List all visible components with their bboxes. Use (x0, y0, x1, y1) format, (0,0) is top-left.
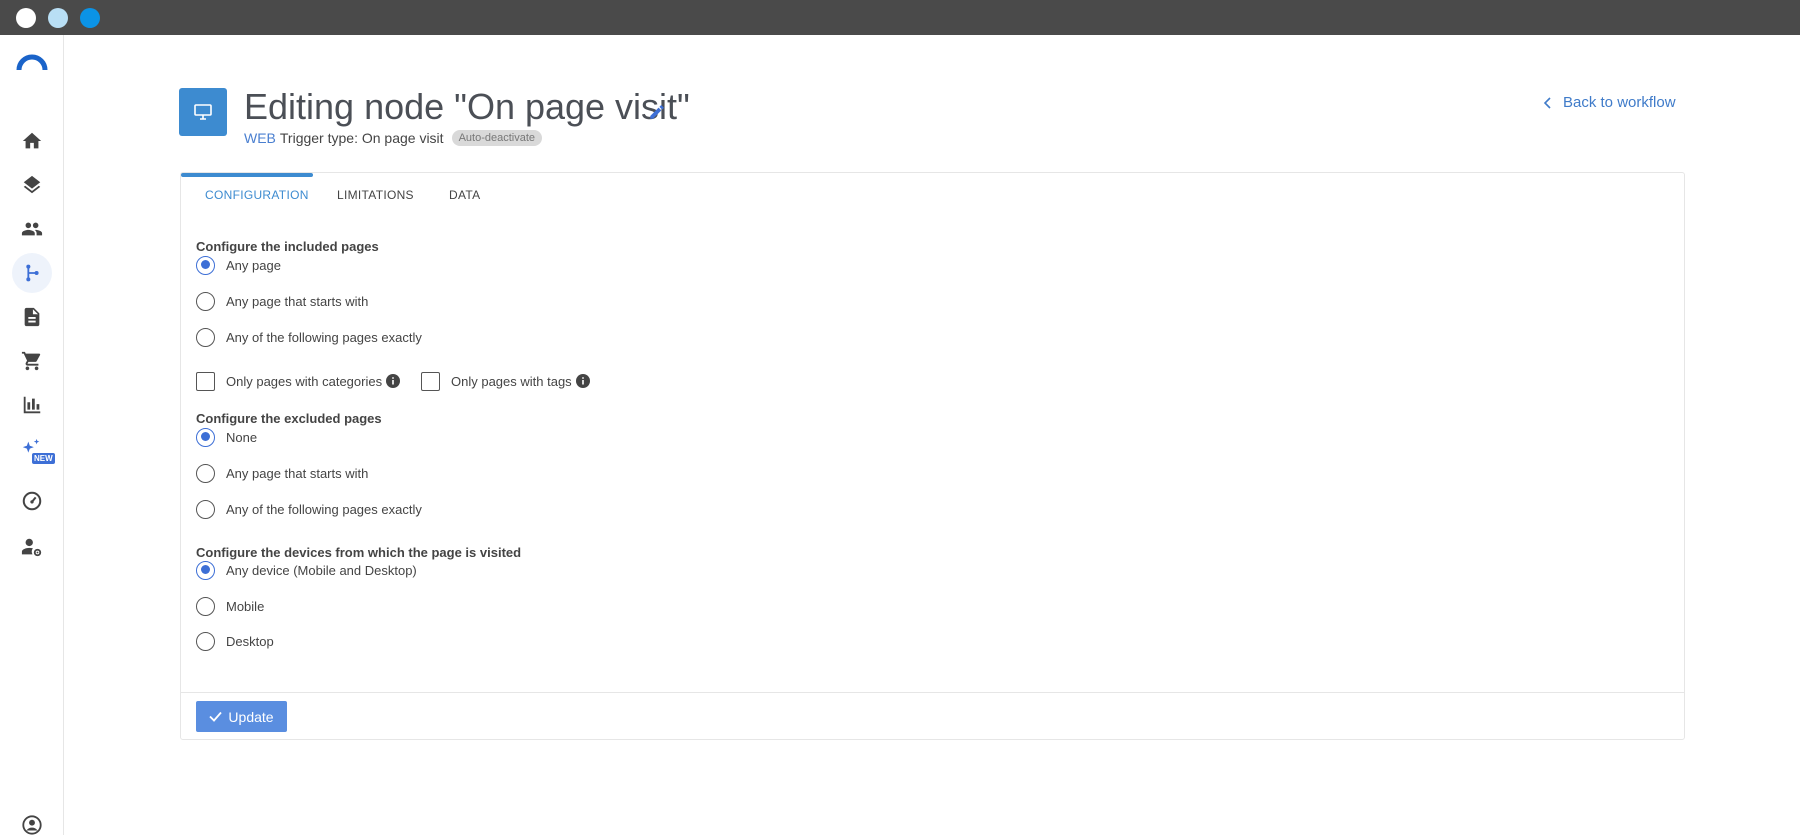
radio-label: None (226, 429, 258, 445)
included-option-exact-pages[interactable]: Any of the following pages exactly (196, 327, 422, 347)
sidebar-item-commerce[interactable] (12, 341, 52, 381)
window-titlebar (0, 0, 1800, 35)
info-icon[interactable] (386, 374, 401, 388)
radio-label: Any of the following pages exactly (226, 501, 422, 517)
user-settings-icon (21, 538, 42, 557)
radio-button[interactable] (196, 291, 215, 311)
info-icon[interactable] (575, 374, 590, 388)
devices-label: Configure the devices from which the pag… (196, 545, 522, 560)
chevron-left-icon (1543, 96, 1551, 109)
cart-icon (21, 351, 41, 371)
radio-button[interactable] (196, 463, 215, 483)
auto-deactivate-badge: Auto-deactivate (451, 130, 542, 146)
filter-categories-checkbox-row[interactable]: Only pages with categories (196, 371, 401, 391)
update-button-label: Update (228, 708, 274, 725)
workflow-branch-icon (26, 264, 39, 282)
sidebar-item-contacts[interactable] (12, 209, 52, 249)
device-option-desktop[interactable]: Desktop (196, 631, 274, 651)
categories-checkbox-label: Only pages with categories (226, 373, 383, 389)
radio-button[interactable] (196, 499, 215, 519)
radio-button[interactable] (196, 631, 215, 651)
tab-configuration[interactable]: CONFIGURATION (205, 188, 309, 202)
tags-checkbox-label: Only pages with tags (451, 373, 572, 389)
radio-label: Any device (Mobile and Desktop) (226, 562, 417, 578)
excluded-pages-label: Configure the excluded pages (196, 411, 382, 426)
sidebar-item-documents[interactable] (12, 297, 52, 337)
sidebar-item-workflows[interactable] (12, 253, 52, 293)
pencil-edit-icon[interactable] (648, 103, 666, 121)
categories-checkbox[interactable] (196, 371, 215, 391)
radio-label: Any page that starts with (226, 293, 369, 309)
excluded-option-none[interactable]: None (196, 427, 257, 447)
excluded-option-starts-with[interactable]: Any page that starts with (196, 463, 368, 483)
trigger-type-text: Trigger type: On page visit (279, 130, 444, 146)
bar-chart-icon (23, 396, 41, 414)
radio-label: Any page that starts with (226, 465, 369, 481)
channel-label: WEB (244, 130, 276, 146)
document-icon (24, 307, 40, 327)
home-icon (22, 132, 42, 149)
filter-tags-checkbox-row[interactable]: Only pages with tags (421, 371, 590, 391)
tags-checkbox[interactable] (421, 371, 440, 391)
page-title: Editing node "On page visit" (244, 86, 690, 127)
sidebar-item-account[interactable] (12, 805, 52, 835)
window-maximize-button[interactable] (80, 8, 100, 28)
window-close-button[interactable] (16, 8, 36, 28)
check-icon (209, 711, 223, 722)
people-icon (21, 222, 43, 236)
device-option-mobile[interactable]: Mobile (196, 596, 264, 616)
back-link-label: Back to workflow (1563, 94, 1676, 111)
sidebar-item-layers[interactable] (12, 165, 52, 205)
tab-bar: CONFIGURATION LIMITATIONS DATA (181, 173, 1684, 213)
configuration-card: CONFIGURATION LIMITATIONS DATA Configure… (180, 172, 1685, 740)
active-tab-indicator (181, 173, 313, 177)
included-option-any-page[interactable]: Any page (196, 255, 281, 275)
radio-button[interactable] (196, 427, 215, 447)
radio-label: Desktop (226, 633, 274, 649)
radio-button[interactable] (196, 255, 215, 275)
new-badge: NEW (32, 453, 55, 464)
monitor-icon (194, 104, 212, 120)
included-pages-label: Configure the included pages (196, 239, 379, 254)
sidebar-item-ai[interactable]: NEW (12, 429, 55, 469)
excluded-option-exact-pages[interactable]: Any of the following pages exactly (196, 499, 422, 519)
radio-button[interactable] (196, 327, 215, 347)
app-logo-icon[interactable] (16, 53, 48, 71)
sidebar-item-user-settings[interactable] (12, 527, 52, 567)
device-option-any[interactable]: Any device (Mobile and Desktop) (196, 560, 417, 580)
radio-label: Any of the following pages exactly (226, 329, 422, 345)
sidebar: NEW (0, 35, 64, 835)
node-subtitle: WEB Trigger type: On page visit Auto-dea… (244, 130, 542, 146)
radio-label: Any page (226, 257, 281, 273)
sidebar-item-dashboard[interactable] (12, 481, 52, 521)
back-to-workflow-link[interactable]: Back to workflow (1543, 94, 1676, 111)
footer-divider (181, 692, 1684, 693)
node-type-icon (179, 88, 227, 136)
sidebar-item-home[interactable] (12, 121, 52, 161)
included-option-starts-with[interactable]: Any page that starts with (196, 291, 368, 311)
tab-data[interactable]: DATA (449, 188, 480, 202)
radio-button[interactable] (196, 560, 215, 580)
window-minimize-button[interactable] (48, 8, 68, 28)
tab-limitations[interactable]: LIMITATIONS (337, 188, 414, 202)
radio-button[interactable] (196, 596, 215, 616)
account-circle-icon (22, 815, 42, 835)
layers-icon (23, 175, 41, 194)
speedometer-icon (22, 491, 42, 511)
update-button[interactable]: Update (196, 701, 287, 732)
sidebar-item-analytics[interactable] (12, 385, 52, 425)
radio-label: Mobile (226, 598, 265, 614)
